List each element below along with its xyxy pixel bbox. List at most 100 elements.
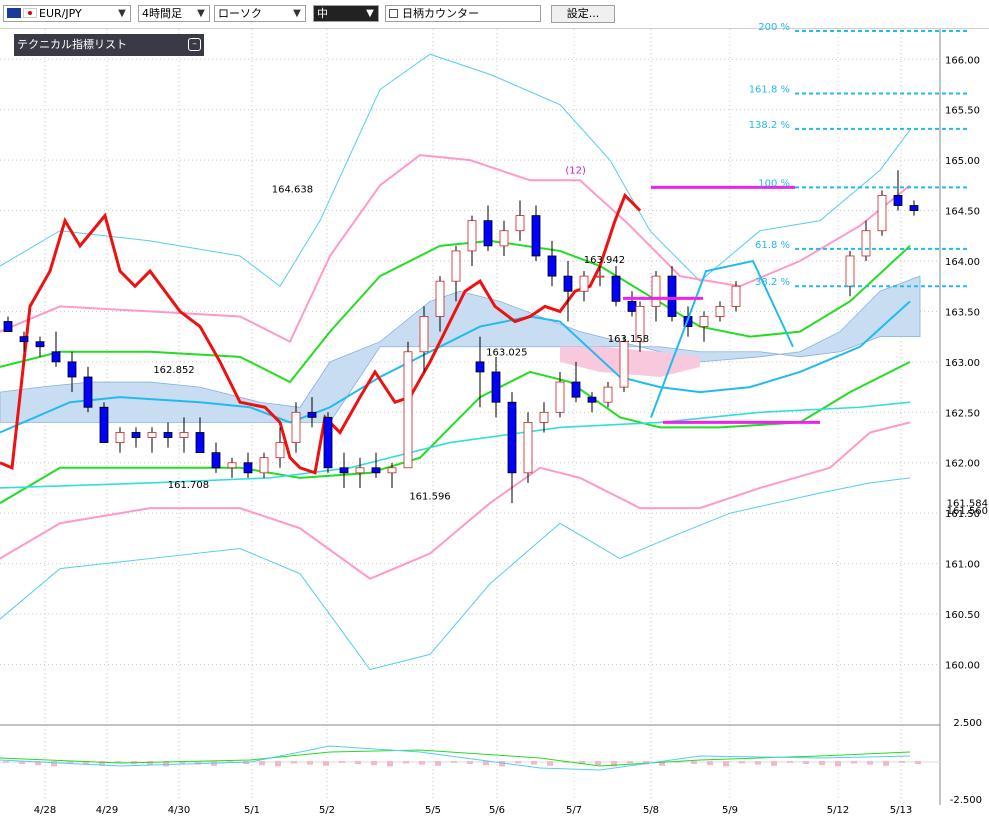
x-tick-label: 5/12: [827, 805, 849, 816]
candle: [491, 356, 501, 418]
oscillator-bar: [899, 761, 905, 763]
candle-body: [147, 432, 157, 438]
candle-body: [475, 361, 485, 373]
candle: [467, 215, 477, 267]
fib-level-label: 38.2 %: [755, 277, 790, 288]
candle-body: [35, 341, 45, 348]
oscillator-bar: [323, 761, 329, 766]
candle: [131, 427, 141, 448]
oscillator-bar: [355, 761, 361, 764]
candle: [861, 220, 871, 261]
fib-level-label: 161.8 %: [749, 85, 790, 96]
candle: [667, 266, 677, 322]
candle-body: [523, 421, 533, 474]
indicator-list-panel[interactable]: テクニカル指標リスト –: [14, 34, 204, 56]
candle-body: [419, 316, 429, 353]
candle-body: [651, 275, 661, 307]
candle-body: [515, 215, 525, 232]
y-tick-label: 162.50: [945, 408, 980, 419]
candle-body: [861, 230, 871, 257]
x-tick-label: 5/6: [489, 805, 505, 816]
candle: [699, 311, 709, 342]
candle: [571, 361, 581, 403]
price-chart[interactable]: 166.00 165.50 165.00 164.50 164.00 163.50 163.…: [0, 0, 989, 820]
y-tick-label: 162.00: [945, 459, 980, 470]
candle-body: [3, 321, 13, 333]
candle-body: [491, 371, 501, 403]
candle: [909, 200, 919, 216]
candle-body: [877, 195, 887, 232]
candle-body: [291, 411, 301, 443]
x-tick-label: 5/2: [319, 805, 335, 816]
y-tick-label: 160.00: [945, 660, 980, 671]
oscillator-bar: [451, 761, 457, 763]
indicator-list-title: テクニカル指標リスト: [17, 38, 127, 51]
candle-body: [563, 275, 573, 292]
candle-body: [571, 381, 581, 398]
candle: [147, 427, 157, 453]
candle: [611, 266, 621, 307]
oscillator-bar: [531, 761, 537, 765]
oscillator-bar: [835, 761, 841, 767]
candle: [3, 316, 13, 333]
candle-body: [611, 275, 621, 302]
x-tick-label: 5/7: [566, 805, 582, 816]
oscillator-bar: [387, 761, 393, 767]
price-annotation: 161.596: [409, 491, 450, 502]
oscillator-bar: [3, 761, 9, 763]
fib-level-label: 138.2 %: [749, 120, 790, 131]
y-tick-label: 163.50: [945, 307, 980, 318]
fib-level-label: 61.8 %: [755, 240, 790, 251]
candle: [419, 306, 429, 372]
oscillator-bar: [915, 761, 921, 764]
candle-body: [715, 305, 725, 317]
oscillator-bar: [771, 761, 777, 766]
candle-body: [699, 316, 709, 327]
fib-level-label: 100 %: [758, 178, 790, 189]
x-tick-label: 4/29: [96, 805, 118, 816]
minimize-icon[interactable]: –: [188, 38, 201, 51]
oscillator-bar: [339, 761, 345, 763]
candle: [355, 457, 365, 488]
price-annotation: 163.942: [584, 255, 625, 266]
candle: [483, 205, 493, 251]
y-tick-label: 160.50: [945, 610, 980, 621]
candle: [603, 382, 613, 408]
y-tick-label: 163.00: [945, 358, 980, 369]
candle-body: [451, 250, 461, 282]
candle: [371, 452, 381, 478]
oscillator-bar: [883, 761, 889, 766]
price-annotation: 164.638: [272, 185, 313, 196]
candle-body: [227, 462, 237, 469]
candle-body: [595, 275, 605, 278]
y-tick-label: 164.00: [945, 257, 980, 268]
fib-level-label: 200 %: [758, 22, 790, 33]
candle-body: [845, 255, 855, 287]
candle-body: [275, 442, 285, 459]
x-tick-label: 5/1: [244, 805, 260, 816]
candle-body: [387, 467, 397, 474]
oscillator-bar: [467, 761, 473, 764]
candle: [531, 205, 541, 261]
candle-body: [587, 396, 597, 403]
candle: [243, 452, 253, 478]
candle-body: [619, 341, 629, 388]
candle-body: [547, 255, 557, 277]
candle: [651, 271, 661, 322]
candle: [83, 366, 93, 413]
candle: [515, 200, 525, 241]
oscillator-bar: [483, 761, 489, 766]
candle-body: [507, 401, 517, 474]
oscillator-bar: [291, 761, 297, 764]
oscillator-bar: [371, 761, 377, 766]
candle-body: [603, 386, 613, 403]
oscillator-bar: [51, 761, 57, 767]
candle-body: [211, 452, 221, 469]
candle: [163, 422, 173, 448]
oscillator-bar: [851, 761, 857, 764]
last-price-label: 161.560: [947, 506, 988, 517]
candle-body: [667, 275, 677, 317]
candle: [845, 250, 855, 297]
candle: [115, 427, 125, 453]
y-tick-label: 161.00: [945, 560, 980, 571]
